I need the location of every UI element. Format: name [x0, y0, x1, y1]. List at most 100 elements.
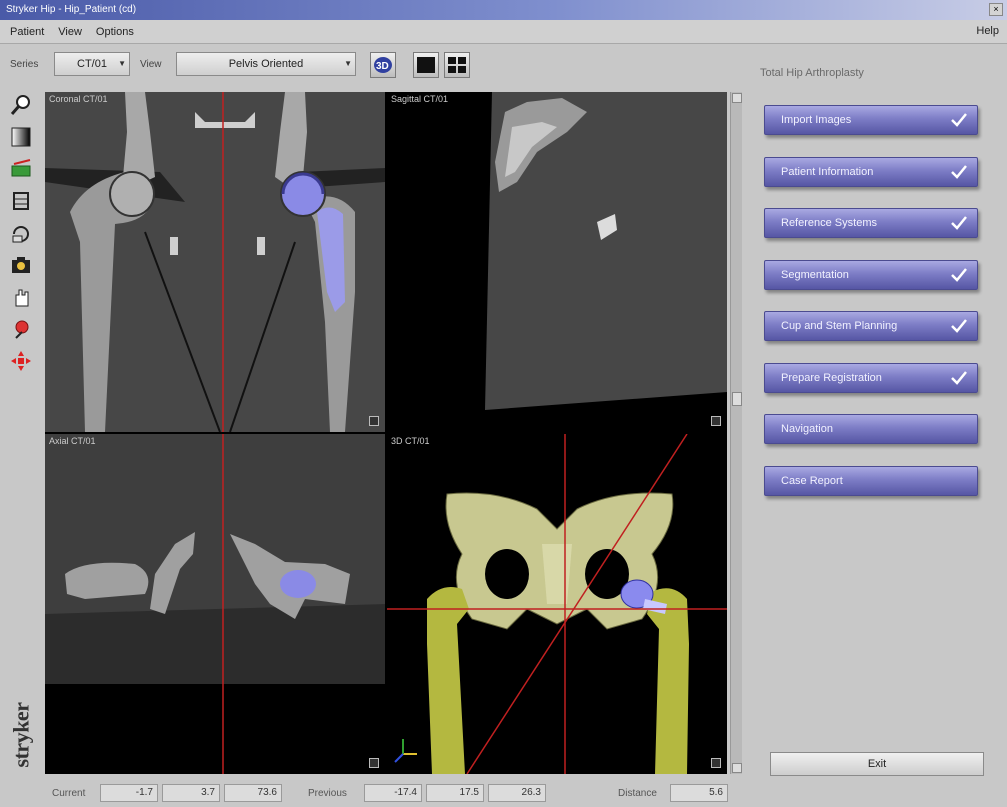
- pan-tool[interactable]: [8, 284, 34, 310]
- menu-help[interactable]: Help: [976, 25, 999, 37]
- window-title-bar: Stryker Hip - Hip_Patient (cd) ×: [0, 0, 1007, 20]
- current-x-field: -1.7: [100, 784, 158, 802]
- step-case-report[interactable]: Case Report: [764, 465, 978, 496]
- axial-ct-image: [45, 434, 385, 774]
- viewport-maximize-icon[interactable]: [369, 758, 379, 768]
- step-cup-and-stem-planning[interactable]: Cup and Stem Planning: [764, 311, 978, 341]
- step-navigation[interactable]: Navigation: [764, 414, 978, 444]
- distance-field: 5.6: [670, 784, 728, 802]
- crop-tool[interactable]: [8, 188, 34, 214]
- rotate-icon: [12, 226, 29, 243]
- pin-icon: [15, 320, 29, 339]
- distance-label: Distance: [618, 788, 657, 799]
- toolbar: Series CT/01 ▼ View Pelvis Oriented ▼ 3D…: [0, 45, 1007, 85]
- series-select[interactable]: CT/01 ▼: [54, 52, 130, 76]
- pelvis-3d-render: [387, 434, 727, 774]
- checkmark-icon: [951, 370, 967, 385]
- checkmark-icon: [951, 319, 967, 333]
- viewport-sagittal[interactable]: Sagittal CT/01: [387, 92, 727, 432]
- previous-label: Previous: [308, 788, 347, 799]
- current-y-field: 3.7: [162, 784, 220, 802]
- camera-icon: [12, 257, 30, 273]
- viewport-sagittal-label: Sagittal CT/01: [391, 94, 449, 104]
- window-level-tool[interactable]: [8, 124, 34, 150]
- svg-text:3D: 3D: [376, 61, 389, 72]
- viewport-maximize-icon[interactable]: [369, 416, 379, 426]
- layout-single-button[interactable]: [413, 52, 439, 78]
- layout-quad-button[interactable]: [444, 52, 470, 78]
- previous-x-field: -17.4: [364, 784, 422, 802]
- frame-icon: [13, 192, 29, 210]
- viewport-maximize-icon[interactable]: [711, 758, 721, 768]
- checkmark-icon: [951, 164, 967, 179]
- menu-patient[interactable]: Patient: [10, 26, 44, 38]
- series-label: Series: [10, 59, 39, 70]
- view-select[interactable]: Pelvis Oriented ▼: [176, 52, 356, 76]
- step-prepare-registration[interactable]: Prepare Registration: [764, 362, 978, 393]
- viewport-maximize-icon[interactable]: [711, 416, 721, 426]
- coronal-ct-image: [45, 92, 385, 432]
- magnifier-icon: [10, 95, 30, 115]
- workflow-steps: Import Images Patient Information Refere…: [764, 105, 980, 517]
- view-label: View: [140, 59, 162, 70]
- scroll-down-icon[interactable]: [732, 763, 742, 773]
- single-view-icon: [417, 57, 435, 73]
- previous-y-field: 17.5: [426, 784, 484, 802]
- step-label: Import Images: [781, 114, 852, 126]
- measure-tool[interactable]: [8, 156, 34, 182]
- viewport-grid: Coronal CT/01 Sagittal CT/01 Axial CT/01: [45, 92, 727, 774]
- hand-icon: [15, 289, 29, 307]
- menu-options[interactable]: Options: [96, 26, 134, 38]
- viewport-axial-label: Axial CT/01: [49, 436, 96, 446]
- brand-logo: stryker: [8, 702, 34, 768]
- procedure-title: Total Hip Arthroplasty: [760, 67, 864, 79]
- tool-column: [8, 92, 38, 782]
- status-bar: Current -1.7 3.7 73.6 Previous -17.4 17.…: [0, 780, 1007, 807]
- ruler-icon: [11, 159, 31, 177]
- viewport-3d-label: 3D CT/01: [391, 436, 430, 446]
- step-import-images[interactable]: Import Images: [764, 105, 978, 135]
- layout-3d-button[interactable]: 3D: [370, 52, 396, 78]
- step-label: Case Report: [781, 474, 843, 487]
- annotate-tool[interactable]: [8, 316, 34, 342]
- window-controls: ×: [989, 3, 1003, 16]
- step-label: Reference Systems: [781, 217, 877, 229]
- step-segmentation[interactable]: Segmentation: [764, 259, 978, 290]
- viewport-axial[interactable]: Axial CT/01: [45, 434, 385, 774]
- sagittal-ct-image: [387, 92, 727, 432]
- step-label: Segmentation: [781, 268, 849, 281]
- 3d-view-icon: 3D: [374, 57, 392, 73]
- step-reference-systems[interactable]: Reference Systems: [764, 208, 978, 238]
- viewport-scrollbar[interactable]: [730, 92, 742, 774]
- checkmark-icon: [951, 216, 967, 230]
- step-label: Navigation: [781, 423, 833, 435]
- snapshot-tool[interactable]: [8, 252, 34, 278]
- step-label: Patient Information: [781, 165, 874, 178]
- checkmark-icon: [951, 113, 967, 127]
- move-tool[interactable]: [8, 348, 34, 374]
- quad-view-icon: [448, 57, 466, 73]
- step-label: Prepare Registration: [781, 371, 882, 384]
- close-window-icon[interactable]: ×: [989, 3, 1003, 16]
- contrast-icon: [11, 127, 31, 147]
- checkmark-icon: [951, 267, 967, 282]
- zoom-tool[interactable]: [8, 92, 34, 118]
- previous-z-field: 26.3: [488, 784, 546, 802]
- move-arrows-icon: [11, 351, 31, 371]
- current-label: Current: [52, 788, 86, 799]
- rotate-tool[interactable]: [8, 220, 34, 246]
- scroll-thumb[interactable]: [732, 392, 742, 406]
- menu-bar: Patient View Options Help: [0, 20, 1007, 44]
- step-label: Cup and Stem Planning: [781, 320, 898, 332]
- step-patient-information[interactable]: Patient Information: [764, 156, 978, 187]
- viewport-coronal-label: Coronal CT/01: [49, 94, 108, 104]
- scroll-up-icon[interactable]: [732, 93, 742, 103]
- current-z-field: 73.6: [224, 784, 282, 802]
- viewport-3d[interactable]: 3D CT/01: [387, 434, 727, 774]
- series-select-value: CT/01: [77, 58, 107, 70]
- view-select-value: Pelvis Oriented: [228, 58, 304, 70]
- menu-view[interactable]: View: [58, 26, 82, 38]
- viewport-coronal[interactable]: Coronal CT/01: [45, 92, 385, 432]
- chevron-down-icon: ▼: [118, 59, 126, 68]
- exit-button[interactable]: Exit: [770, 752, 984, 776]
